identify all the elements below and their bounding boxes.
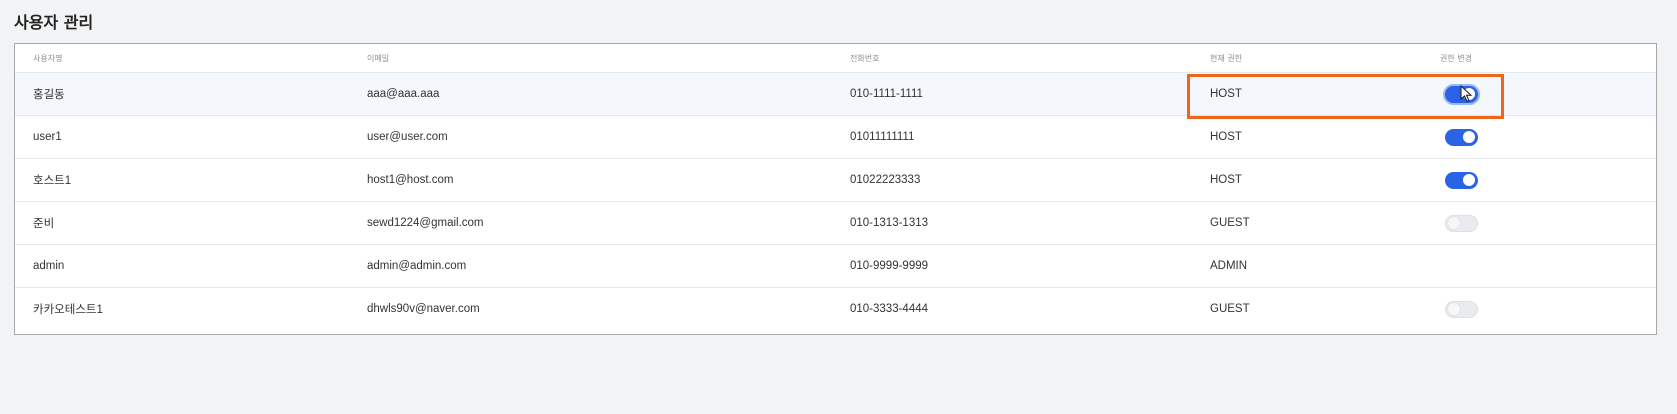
- row-email: sewd1224@gmail.com: [367, 217, 484, 229]
- row-email: host1@host.com: [367, 174, 454, 186]
- role-toggle[interactable]: [1445, 171, 1478, 189]
- row-role: GUEST: [1210, 303, 1250, 315]
- row-role: GUEST: [1210, 217, 1250, 229]
- header-change-role: 권한 변경: [1440, 53, 1472, 63]
- table-header: 사용자명 이메일 전화번호 현재 권한 권한 변경: [15, 44, 1656, 72]
- row-toggle-cell: [1445, 73, 1478, 115]
- role-toggle[interactable]: [1445, 128, 1478, 146]
- row-phone: 01022223333: [850, 174, 921, 186]
- row-toggle-cell: [1445, 116, 1478, 158]
- toggle-knob: [1448, 217, 1460, 229]
- row-phone: 01011111111: [850, 131, 915, 143]
- row-phone: 010-1111-1111: [850, 88, 923, 100]
- table-row: admin admin@admin.com 010-9999-9999 ADMI…: [15, 244, 1656, 287]
- row-email: admin@admin.com: [367, 260, 467, 272]
- row-phone: 010-1313-1313: [850, 217, 929, 229]
- row-username: 호스트1: [33, 175, 72, 187]
- row-role: ADMIN: [1210, 260, 1248, 272]
- toggle-knob: [1463, 174, 1475, 186]
- toggle-knob: [1448, 303, 1460, 315]
- toggle-knob: [1463, 88, 1475, 100]
- table-row: 준비 sewd1224@gmail.com 010-1313-1313 GUES…: [15, 201, 1656, 244]
- row-phone: 010-3333-4444: [850, 303, 929, 315]
- row-email: dhwls90v@naver.com: [367, 303, 480, 315]
- table-row: 호스트1 host1@host.com 01022223333 HOST: [15, 158, 1656, 201]
- row-role: HOST: [1210, 131, 1242, 143]
- row-username: admin: [33, 260, 65, 272]
- row-toggle-cell: [1445, 159, 1478, 201]
- row-role: HOST: [1210, 88, 1242, 100]
- table-row: 카카오테스트1 dhwls90v@naver.com 010-3333-4444…: [15, 287, 1656, 330]
- header-current-role: 현재 권한: [1210, 53, 1242, 63]
- row-username: 준비: [33, 218, 55, 230]
- table-row: 홍길동 aaa@aaa.aaa 010-1111-1111 HOST: [15, 72, 1656, 115]
- row-role: HOST: [1210, 174, 1242, 186]
- row-email: user@user.com: [367, 131, 448, 143]
- role-toggle[interactable]: [1445, 300, 1478, 318]
- row-username: 카카오테스트1: [33, 304, 103, 316]
- row-toggle-cell: [1445, 288, 1478, 330]
- table-row: user1 user@user.com 01011111111 HOST: [15, 115, 1656, 158]
- header-email: 이메일: [367, 53, 390, 63]
- row-phone: 010-9999-9999: [850, 260, 929, 272]
- row-username: user1: [33, 131, 62, 143]
- role-toggle[interactable]: [1445, 214, 1478, 232]
- row-username: 홍길동: [33, 89, 65, 101]
- header-username: 사용자명: [33, 53, 63, 63]
- row-toggle-cell: [1445, 202, 1478, 244]
- role-toggle[interactable]: [1445, 85, 1478, 103]
- header-phone: 전화번호: [850, 53, 880, 63]
- user-table: 사용자명 이메일 전화번호 현재 권한 권한 변경 홍길동 aaa@aaa.aa…: [14, 43, 1657, 335]
- row-email: aaa@aaa.aaa: [367, 88, 440, 100]
- toggle-knob: [1463, 131, 1475, 143]
- page-title: 사용자 관리: [14, 13, 94, 32]
